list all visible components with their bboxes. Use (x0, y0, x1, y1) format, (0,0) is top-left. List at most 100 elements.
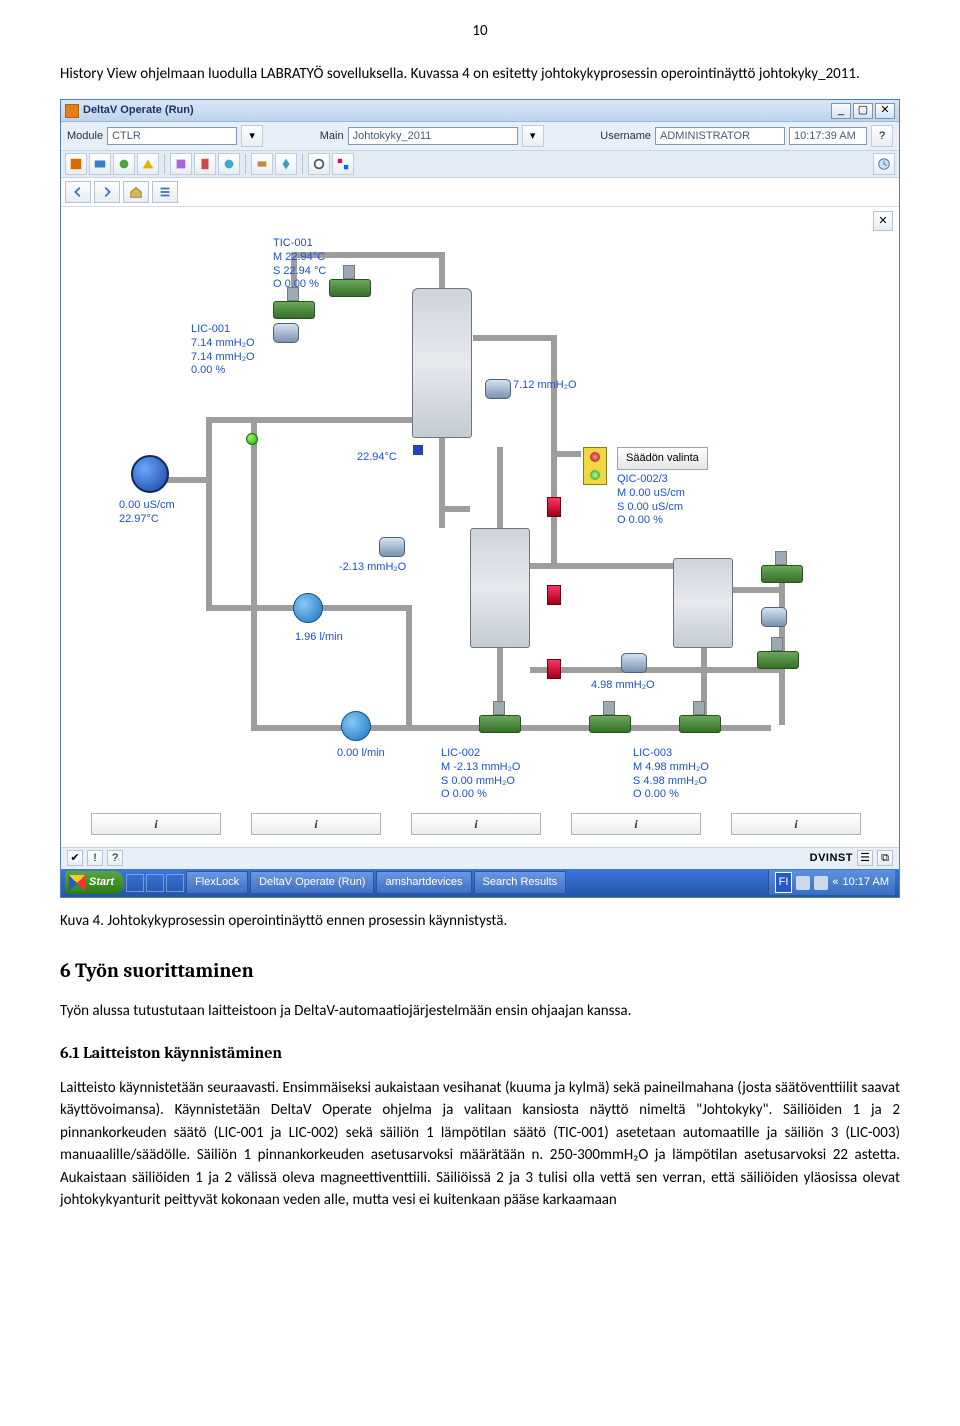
tank-3 (673, 558, 733, 648)
valve-right[interactable] (757, 647, 797, 671)
windows-taskbar: Start FlexLock DeltaV Operate (Run) amsh… (61, 869, 899, 897)
valve-tic001[interactable] (329, 275, 369, 299)
module-label: Module (67, 128, 103, 145)
intro-paragraph: History View ohjelmaan luodulla LABRATYÖ… (60, 63, 900, 86)
conductivity-sensor (131, 455, 169, 493)
tool-btn-clock-icon[interactable] (873, 153, 895, 175)
windows-flag-icon (69, 875, 85, 891)
transmitter-right (761, 607, 787, 627)
workspace-close-icon[interactable]: ✕ (873, 211, 893, 231)
status-icon-1[interactable]: ☰ (857, 850, 873, 866)
red-valve-3[interactable] (547, 659, 561, 679)
tank1-left-temp: 22.94°C (357, 451, 397, 465)
valve-far-right[interactable] (761, 561, 801, 585)
status-bar: ✔ ! ? DVINST ☰ ⧉ (61, 847, 899, 869)
tank1-right-label: 7.12 mmH₂O (513, 379, 577, 393)
warn-icon[interactable]: ! (87, 850, 103, 866)
lic003-label: LIC-003 M 4.98 mmH₂O S 4.98 mmH₂O O 0.00… (633, 747, 709, 802)
tool-btn-11[interactable] (332, 153, 354, 175)
tank-1 (412, 288, 472, 438)
tool-btn-6[interactable] (194, 153, 216, 175)
info-pill-5[interactable]: i (731, 813, 861, 835)
tray-clock: 10:17 AM (843, 874, 889, 891)
quicklaunch-icon-3[interactable] (166, 874, 184, 892)
tool-btn-10[interactable] (308, 153, 330, 175)
quicklaunch-icon-1[interactable] (126, 874, 144, 892)
tank3-level-label: 4.98 mmH₂O (591, 679, 655, 693)
tray-expand-icon[interactable]: « (832, 874, 838, 891)
page-number: 10 (60, 20, 900, 43)
system-tray: FI « 10:17 AM (768, 870, 895, 895)
ack-icon[interactable]: ✔ (67, 850, 83, 866)
tool-btn-9[interactable] (275, 153, 297, 175)
flow-zero-label: 0.00 l/min (337, 747, 385, 761)
valve-lic003[interactable] (589, 711, 629, 735)
info-pill-4[interactable]: i (571, 813, 701, 835)
clock-field: 10:17:39 AM (789, 127, 867, 145)
context-fieldbar: Module CTLR ▾ Main Johtokyky_2011 ▾ User… (61, 122, 899, 151)
red-valve-1[interactable] (547, 497, 561, 517)
nav-home-icon[interactable] (123, 181, 149, 203)
close-button[interactable]: ✕ (875, 103, 895, 119)
help-icon[interactable]: ? (107, 850, 123, 866)
tool-btn-4[interactable] (137, 153, 159, 175)
section-6-1-title: 6.1 Laitteiston käynnistäminen (60, 1041, 900, 1065)
username-label: Username (600, 128, 651, 145)
start-label: Start (89, 874, 114, 891)
tray-icon-1[interactable] (796, 876, 810, 890)
valve-lic002[interactable] (479, 711, 519, 735)
module-dropdown-icon[interactable]: ▾ (241, 125, 263, 147)
lic002-label: LIC-002 M -2.13 mmH₂O S 0.00 mmH₂O O 0.0… (441, 747, 520, 802)
section-6-1-body: Laitteisto käynnistetään seuraavasti. En… (60, 1077, 900, 1212)
username-field: ADMINISTRATOR (655, 127, 785, 145)
tray-icon-2[interactable] (814, 876, 828, 890)
status-indicator (583, 447, 607, 485)
main-toolbar (61, 151, 899, 178)
task-tab-flexlock[interactable]: FlexLock (186, 871, 248, 894)
main-field[interactable]: Johtokyky_2011 (348, 127, 518, 145)
window-titlebar: DeltaV Operate (Run) _ ▢ ✕ (61, 100, 899, 122)
info-pill-2[interactable]: i (251, 813, 381, 835)
nav-list-icon[interactable] (152, 181, 178, 203)
nav-back-icon[interactable] (65, 181, 91, 203)
task-tab-deltav[interactable]: DeltaV Operate (Run) (250, 871, 374, 894)
nav-forward-icon[interactable] (94, 181, 120, 203)
flow-sensor-2 (341, 711, 371, 741)
red-valve-2[interactable] (547, 585, 561, 605)
quicklaunch-icon-2[interactable] (146, 874, 164, 892)
start-button[interactable]: Start (65, 871, 124, 894)
transmitter-tank3 (621, 653, 647, 673)
info-pill-3[interactable]: i (411, 813, 541, 835)
tool-btn-3[interactable] (113, 153, 135, 175)
task-tab-search[interactable]: Search Results (474, 871, 567, 894)
tool-btn-1[interactable] (65, 153, 87, 175)
tool-btn-8[interactable] (251, 153, 273, 175)
nav-toolbar (61, 178, 899, 207)
tool-btn-7[interactable] (218, 153, 240, 175)
blue-indicator (413, 445, 423, 455)
status-icon-2[interactable]: ⧉ (877, 850, 893, 866)
main-label: Main (320, 128, 344, 145)
minimize-button[interactable]: _ (831, 103, 851, 119)
lamp-red-icon (590, 452, 600, 462)
tic001-label: TIC-001 M 22.94°C S 22.94 °C O 0.00 % (273, 237, 326, 292)
help-button[interactable]: ? (871, 125, 893, 147)
figure-caption: Kuva 4. Johtokykyprosessin operointinäyt… (60, 910, 900, 933)
transmitter-lic001 (273, 323, 299, 343)
section-6-title: 6 Työn suorittaminen (60, 956, 900, 986)
tool-btn-2[interactable] (89, 153, 111, 175)
led-1 (246, 433, 258, 445)
tray-lang[interactable]: FI (775, 872, 793, 893)
main-dropdown-icon[interactable]: ▾ (522, 125, 544, 147)
info-pill-1[interactable]: i (91, 813, 221, 835)
section-6-intro: Työn alussa tutustutaan laitteistoon ja … (60, 1000, 900, 1023)
flow-bottom-label: 1.96 l/min (295, 631, 343, 645)
valve-lic001[interactable] (273, 297, 313, 321)
task-tab-amshart[interactable]: amshartdevices (376, 871, 471, 894)
module-field[interactable]: CTLR (107, 127, 237, 145)
valve-select-button[interactable]: Säädön valinta (617, 447, 708, 470)
deltav-operate-window: DeltaV Operate (Run) _ ▢ ✕ Module CTLR ▾… (60, 99, 900, 898)
maximize-button[interactable]: ▢ (853, 103, 873, 119)
tool-btn-5[interactable] (170, 153, 192, 175)
valve-tank3-out[interactable] (679, 711, 719, 735)
